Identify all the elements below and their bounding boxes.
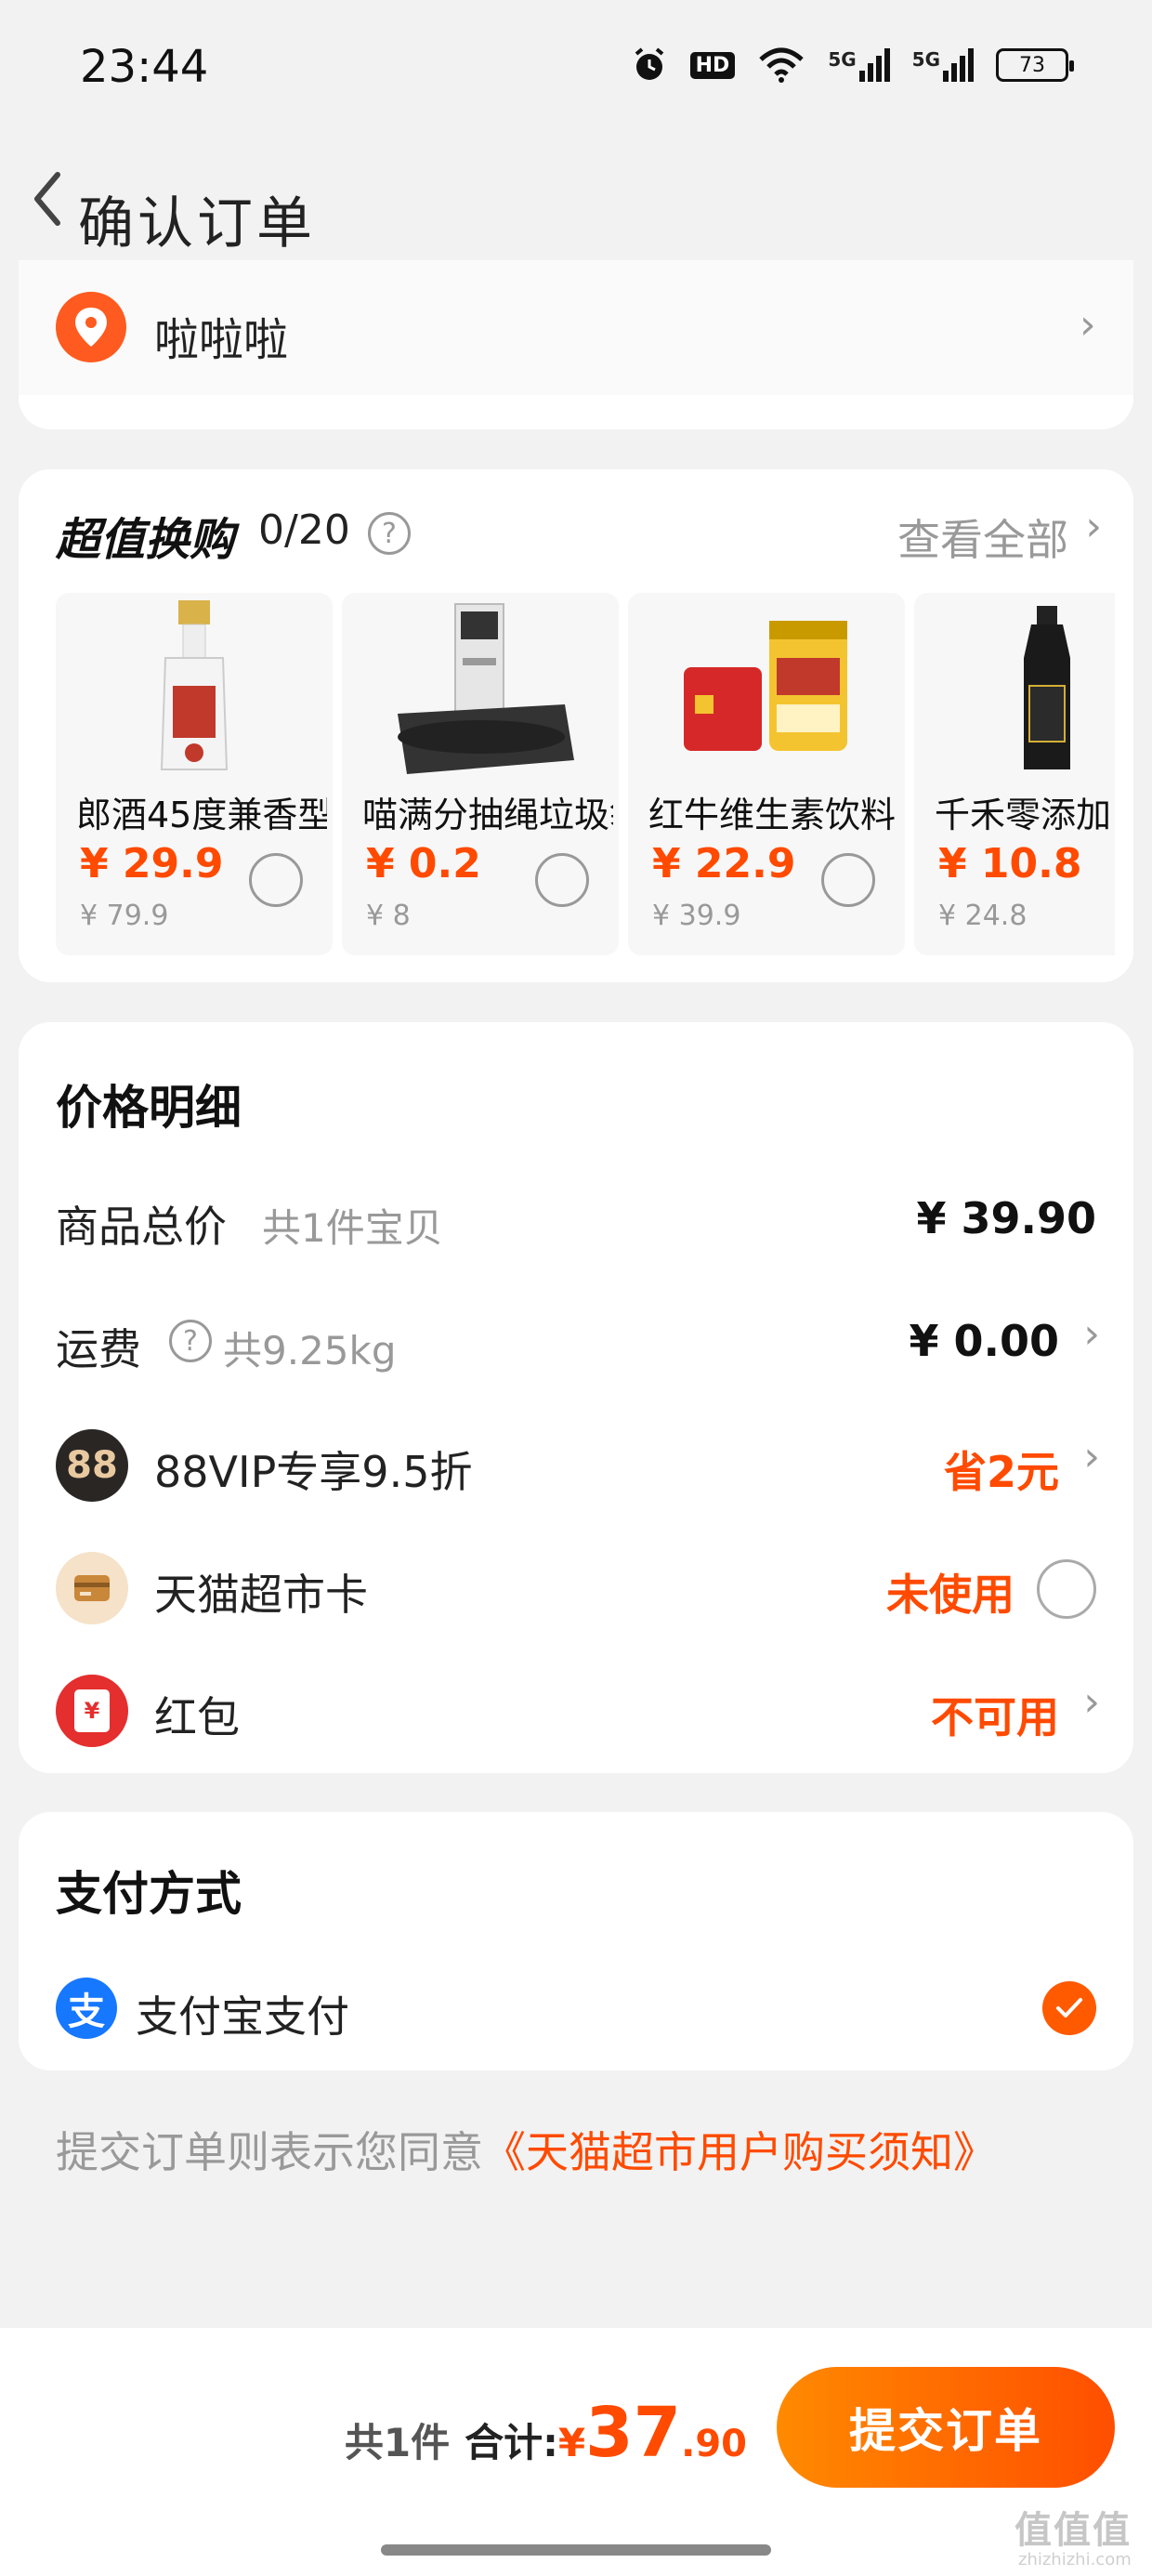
payment-title: 支付方式 — [56, 1867, 242, 1921]
product-price: ¥ 0.2 — [366, 840, 481, 887]
agreement-link[interactable]: 《天猫超市用户购买须知》 — [483, 2127, 996, 2177]
shipping-weight: 共9.25kg — [223, 1328, 397, 1373]
product-card[interactable]: 郎酒45度兼香型 ¥ 29.9 ¥ 79.9 — [56, 593, 333, 955]
product-name: 喵满分抽绳垃圾袋 — [362, 795, 613, 835]
supermarket-card-icon — [56, 1552, 128, 1624]
chevron-right-icon: › — [1080, 301, 1096, 348]
view-all-link[interactable]: 查看全部 — [897, 506, 1068, 568]
agreement-text: 提交订单则表示您同意《天猫超市用户购买须知》 — [56, 2119, 996, 2180]
agreement-prefix: 提交订单则表示您同意 — [56, 2127, 483, 2177]
total-label: 合计: — [465, 2420, 558, 2465]
product-card[interactable]: 红牛维生素饮料 ¥ 22.9 ¥ 39.9 — [628, 593, 905, 955]
alarm-icon — [635, 47, 663, 80]
product-name: 红牛维生素饮料 — [648, 795, 897, 835]
address-card: 啦啦啦 › — [19, 260, 1133, 429]
product-list: 郎酒45度兼香型 ¥ 29.9 ¥ 79.9 喵满分抽绳垃圾袋 ¥ 0.2 ¥ … — [56, 593, 1115, 955]
liquor-bottle-image — [160, 600, 229, 770]
address-text: 啦啦啦 — [154, 314, 289, 366]
chevron-right-icon: › — [1083, 1310, 1100, 1358]
check-icon[interactable] — [1042, 1981, 1096, 2035]
product-card[interactable]: 喵满分抽绳垃圾袋 ¥ 0.2 ¥ 8 — [342, 593, 619, 955]
select-radio[interactable] — [535, 853, 589, 907]
price-detail-title: 价格明细 — [56, 1081, 242, 1135]
select-radio[interactable] — [821, 853, 875, 907]
goods-count: 共1件宝贝 — [262, 1205, 443, 1251]
chevron-right-icon: › — [1083, 1678, 1100, 1726]
product-original-price: ¥ 79.9 — [80, 900, 169, 932]
chevron-right-icon: › — [1083, 1433, 1100, 1480]
chevron-right-icon: › — [1085, 503, 1102, 550]
payment-method-label[interactable]: 支付宝支付 — [136, 1983, 349, 2044]
supermarket-card-label: 天猫超市卡 — [154, 1570, 368, 1620]
red-packet-icon: ¥ — [56, 1675, 128, 1747]
back-arrow-icon[interactable] — [19, 149, 74, 242]
submit-order-button[interactable]: 提交订单 — [777, 2367, 1115, 2488]
wifi-icon — [759, 47, 804, 83]
home-indicator[interactable] — [381, 2544, 771, 2556]
soy-sauce-bottle-image — [1024, 606, 1070, 769]
trash-bag-image — [398, 603, 574, 774]
supermarket-card-value: 未使用 — [886, 1570, 1015, 1620]
status-icons: HD 5G 5G 73 — [631, 46, 1074, 84]
page-title: 确认订单 — [78, 191, 316, 256]
product-name: 千禾零添加 — [935, 795, 1112, 835]
vip-discount-label: 88VIP专享9.5折 — [154, 1447, 473, 1497]
total-decimal: .90 — [681, 2423, 747, 2465]
vip-88-badge-text: 88 — [66, 1444, 118, 1487]
payment-card: 支付方式 支 支付宝支付 — [19, 1812, 1133, 2070]
product-price: ¥ 10.8 — [938, 840, 1082, 887]
shipping-value[interactable]: ¥ 0.00 — [909, 1316, 1059, 1366]
product-original-price: ¥ 8 — [366, 900, 411, 932]
select-radio[interactable] — [249, 853, 303, 907]
alipay-icon: 支 — [56, 1978, 117, 2039]
signal-5g-icon: 5G — [912, 48, 974, 82]
price-detail-card: 价格明细 商品总价 共1件宝贝 ¥ 39.90 运费 ? 共9.25kg ¥ 0… — [19, 1022, 1133, 1773]
exchange-card: 超值换购 0/20 ? 查看全部 › 郎酒45度兼香型 ¥ 29.9 ¥ 79.… — [19, 469, 1133, 982]
alipay-badge-text: 支 — [68, 1991, 105, 2033]
total-integer: 37 — [585, 2393, 682, 2473]
header: 确认订单 — [0, 130, 1152, 260]
total-area: 共1件 合计: ¥ 37 .90 — [345, 2393, 747, 2473]
battery-level: 73 — [1019, 53, 1045, 77]
bottom-bar: 共1件 合计: ¥ 37 .90 提交订单 — [0, 2328, 1152, 2576]
vip-88-icon: 88 — [56, 1429, 128, 1502]
item-count: 共1件 — [344, 2420, 451, 2465]
total-currency: ¥ — [557, 2420, 586, 2465]
product-price: ¥ 29.9 — [80, 840, 224, 887]
hd-icon: HD — [689, 51, 736, 79]
product-original-price: ¥ 39.9 — [652, 900, 741, 932]
exchange-count: 0/20 — [258, 506, 350, 554]
red-packet-label: 红包 — [154, 1692, 240, 1742]
goods-total-value: ¥ 39.90 — [916, 1193, 1096, 1243]
red-bull-cans-image — [684, 621, 847, 751]
location-pin-icon — [56, 292, 126, 362]
supermarket-card-radio[interactable] — [1037, 1559, 1096, 1619]
red-packet-value[interactable]: 不可用 — [931, 1684, 1059, 1745]
product-price: ¥ 22.9 — [652, 840, 796, 887]
signal-5g-icon: 5G — [828, 48, 890, 82]
red-packet-badge-text: ¥ — [74, 1689, 110, 1732]
watermark-url: zhizhizhi.com — [1018, 2550, 1132, 2569]
exchange-title: 超值换购 — [56, 514, 235, 566]
goods-total-label: 商品总价 — [56, 1202, 227, 1252]
shipping-label: 运费 — [56, 1324, 141, 1374]
help-icon[interactable]: ? — [169, 1320, 212, 1362]
help-icon[interactable]: ? — [368, 512, 411, 555]
vip-discount-value[interactable]: 省2元 — [944, 1439, 1059, 1500]
status-bar: 23:44 HD 5G 5G 73 — [0, 0, 1152, 139]
product-name: 郎酒45度兼香型 — [76, 795, 327, 835]
address-row[interactable]: 啦啦啦 › — [19, 260, 1133, 395]
status-time: 23:44 — [80, 41, 209, 93]
watermark: 值值值 — [1015, 2509, 1132, 2552]
product-original-price: ¥ 24.8 — [938, 900, 1028, 932]
product-card[interactable]: 千禾零添加 ¥ 10.8 ¥ 24.8 — [914, 593, 1115, 955]
battery-icon: 73 — [996, 48, 1074, 82]
